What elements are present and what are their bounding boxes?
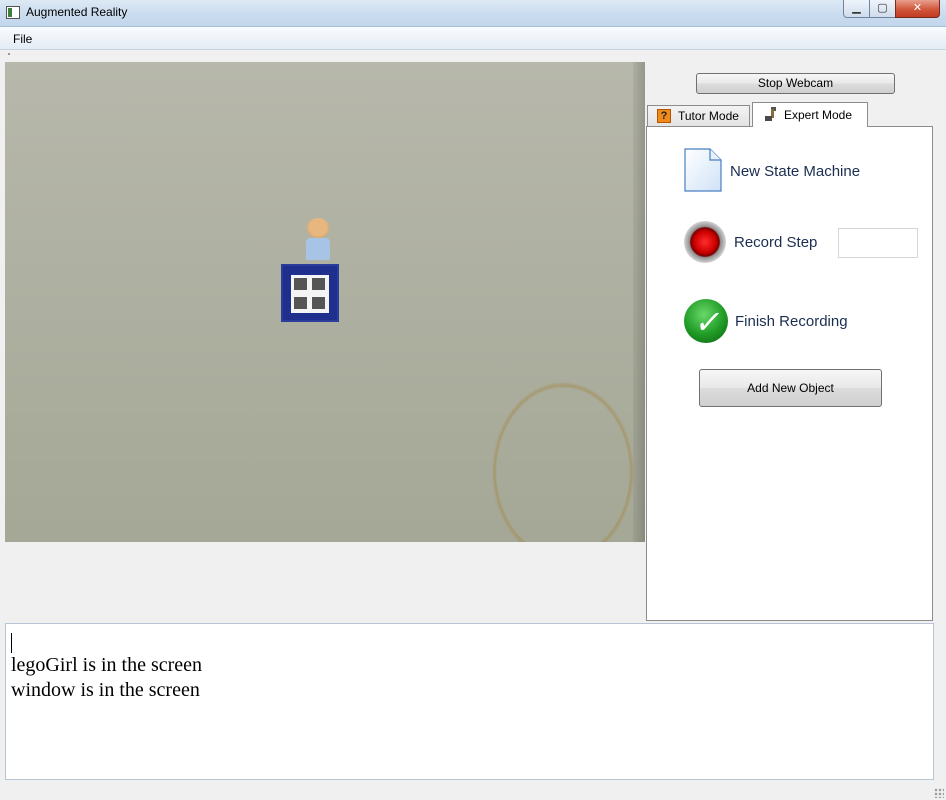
add-new-object-button[interactable]: Add New Object	[699, 369, 882, 407]
minimize-button[interactable]: ▁	[843, 0, 870, 18]
window-pane	[294, 278, 307, 290]
text-caret	[11, 633, 12, 653]
minimize-icon: ▁	[852, 2, 861, 14]
question-icon: ?	[657, 109, 671, 123]
maximize-icon: ▢	[877, 2, 888, 14]
close-button[interactable]: ✕	[895, 0, 940, 18]
log-output[interactable]: legoGirl is in the screen window is in t…	[5, 623, 934, 780]
title-bar: Augmented Reality ▁ ▢ ✕	[0, 0, 946, 27]
checkmark-icon[interactable]: ✓	[684, 299, 728, 343]
log-line: window is in the screen	[11, 679, 200, 701]
close-icon: ✕	[912, 2, 923, 14]
record-icon[interactable]	[684, 221, 726, 263]
window-pane	[312, 278, 325, 290]
app-icon	[6, 6, 20, 19]
window-title: Augmented Reality	[26, 5, 128, 19]
side-panel: Stop Webcam ? Tutor Mode Expert Mode New…	[646, 62, 946, 622]
new-state-machine-label[interactable]: New State Machine	[730, 163, 860, 180]
menu-file[interactable]: File	[13, 32, 32, 46]
toolbar-grip[interactable]	[8, 53, 10, 55]
log-line: legoGirl is in the screen	[11, 654, 203, 676]
lego-girl-body	[306, 238, 330, 260]
lego-girl-figure	[303, 218, 333, 264]
webcam-view	[5, 62, 645, 542]
window-pane	[294, 297, 307, 309]
maximize-button[interactable]: ▢	[869, 0, 896, 18]
expert-mode-panel: New State Machine Record Step ✓ Finish R…	[646, 126, 933, 621]
video-padding	[5, 542, 645, 622]
stop-webcam-button[interactable]: Stop Webcam	[696, 73, 895, 94]
record-step-label[interactable]: Record Step	[734, 234, 817, 251]
menu-bar: File	[0, 27, 946, 50]
finish-recording-label[interactable]: Finish Recording	[735, 313, 848, 330]
tab-tutor-mode[interactable]: ? Tutor Mode	[647, 105, 750, 126]
checkmark-glyph: ✓	[692, 303, 727, 341]
tab-expert-mode[interactable]: Expert Mode	[752, 102, 868, 127]
record-step-input[interactable]	[838, 228, 918, 258]
tool-icon	[765, 107, 776, 121]
window-pane	[312, 297, 325, 309]
log-scroll-area	[934, 623, 946, 780]
lego-girl-head	[307, 218, 329, 238]
tab-tutor-label: Tutor Mode	[678, 109, 739, 123]
document-icon[interactable]	[684, 148, 722, 192]
lego-window-block	[281, 264, 339, 322]
toolbar-strip	[0, 50, 946, 61]
status-bar	[0, 780, 946, 800]
resize-grip[interactable]	[934, 788, 944, 798]
tab-expert-label: Expert Mode	[784, 108, 853, 122]
lego-window-frame	[291, 275, 329, 313]
